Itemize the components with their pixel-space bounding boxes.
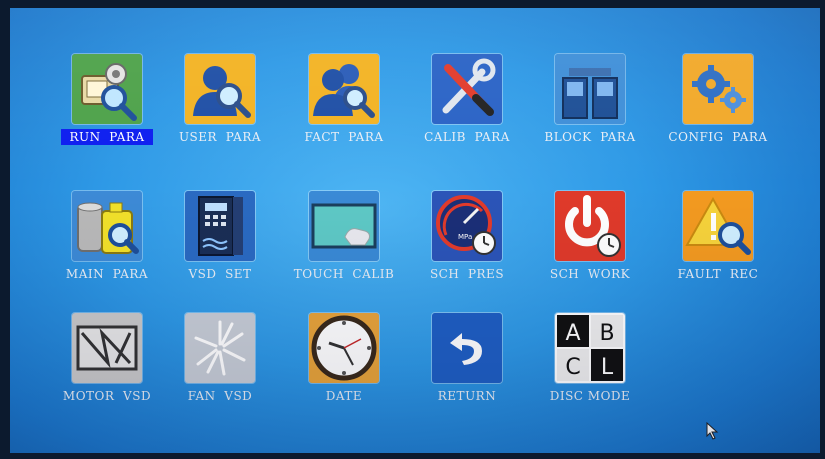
menu-item-vsd-set[interactable]: VSD SET — [160, 191, 280, 301]
menu-item-touch-calib[interactable]: TOUCH CALIB — [284, 191, 404, 301]
menu-item-run-para[interactable]: RUN PARA — [47, 54, 167, 164]
menu-item-fact-para[interactable]: FACT PARA — [284, 54, 404, 164]
menu-item-user-para[interactable]: USER PARA — [160, 54, 280, 164]
abcl-letter: L — [601, 355, 614, 380]
abcl-letter: C — [565, 355, 580, 380]
return-arrow-icon — [432, 313, 502, 383]
menu-item-fan-vsd[interactable]: FAN VSD — [160, 313, 280, 423]
pressure-unit: MPa — [458, 233, 472, 241]
touch-calib-icon — [309, 191, 379, 261]
menu-item-return[interactable]: RETURN — [407, 313, 527, 423]
menu-item-label: FACT PARA — [304, 130, 384, 144]
menu-item-label: CALIB PARA — [424, 130, 510, 144]
menu-item-motor-vsd[interactable]: MOTOR VSD — [47, 313, 167, 423]
menu-item-label: MOTOR VSD — [62, 389, 152, 403]
menu-item-label: VSD SET — [188, 267, 252, 281]
menu-item-date[interactable]: DATE — [284, 313, 404, 423]
menu-item-config-para[interactable]: CONFIG PARA — [658, 54, 778, 164]
menu-item-block-para[interactable]: BLOCK PARA — [530, 54, 650, 164]
menu-item-label: DISC MODE — [549, 389, 631, 403]
menu-item-disc-mode[interactable]: A B C L DISC MODE — [530, 313, 650, 423]
menu-item-label: DATE — [325, 389, 363, 403]
touchscreen-menu: RUN PARA USER PARA FACT PARA CALIB PARA … — [10, 8, 820, 453]
menu-item-label: RETURN — [437, 389, 497, 403]
menu-item-label: CONFIG PARA — [668, 130, 768, 144]
vsd-set-icon — [185, 191, 255, 261]
menu-item-fault-rec[interactable]: FAULT REC — [658, 191, 778, 301]
abcl-letter: A — [565, 321, 580, 346]
abcl-letter: B — [599, 321, 614, 346]
clock-icon — [309, 313, 379, 383]
config-para-icon — [683, 54, 753, 124]
menu-item-label: MAIN PARA — [65, 267, 149, 281]
menu-item-calib-para[interactable]: CALIB PARA — [407, 54, 527, 164]
menu-item-sch-pres[interactable]: MPa SCH PRES — [407, 191, 527, 301]
fact-para-icon — [309, 54, 379, 124]
menu-item-label: RUN PARA — [47, 129, 167, 145]
menu-item-label: SCH PRES — [429, 267, 505, 281]
menu-item-main-para[interactable]: MAIN PARA — [47, 191, 167, 301]
menu-item-label: SCH WORK — [549, 267, 631, 281]
user-para-icon — [185, 54, 255, 124]
fault-rec-icon — [683, 191, 753, 261]
mouse-cursor-icon — [706, 422, 719, 440]
menu-item-label: TOUCH CALIB — [293, 267, 395, 281]
main-para-icon — [72, 191, 142, 261]
menu-item-label: USER PARA — [178, 130, 262, 144]
block-para-icon — [555, 54, 625, 124]
menu-item-sch-work[interactable]: SCH WORK — [530, 191, 650, 301]
calib-para-icon — [432, 54, 502, 124]
menu-item-label: BLOCK PARA — [544, 130, 636, 144]
abcl-icon: A B C L — [555, 313, 625, 383]
motor-vsd-icon — [72, 313, 142, 383]
fan-vsd-icon — [185, 313, 255, 383]
sch-work-icon — [555, 191, 625, 261]
menu-item-label: FAN VSD — [187, 389, 253, 403]
menu-item-label: FAULT REC — [677, 267, 759, 281]
run-para-icon — [72, 54, 142, 124]
sch-pres-icon: MPa — [432, 191, 502, 261]
